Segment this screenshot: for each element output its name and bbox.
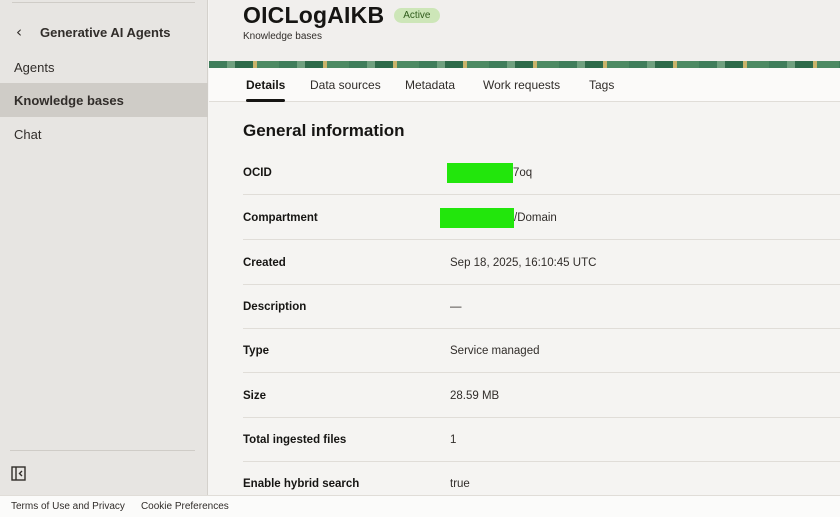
sidebar-item-label: Knowledge bases xyxy=(14,92,124,108)
sidebar-item-label: Agents xyxy=(14,59,55,75)
detail-value: 28.59 MB xyxy=(450,390,500,402)
detail-label: Type xyxy=(243,345,269,357)
sidebar-item-knowledge-bases[interactable]: Knowledge bases xyxy=(0,83,208,117)
detail-row-size: Size 28.59 MB xyxy=(243,374,840,418)
tab-tags[interactable]: Tags xyxy=(589,68,614,102)
detail-row-created: Created Sep 18, 2025, 16:10:45 UTC xyxy=(243,241,840,285)
detail-value: true xyxy=(450,478,470,490)
tab-details[interactable]: Details xyxy=(246,68,286,102)
page-subtitle: Knowledge bases xyxy=(243,31,322,42)
cookie-preferences-link[interactable]: Cookie Preferences xyxy=(141,501,229,512)
tab-data-sources[interactable]: Data sources xyxy=(310,68,381,102)
sidebar-divider xyxy=(12,2,195,3)
tab-metadata[interactable]: Metadata xyxy=(405,68,455,102)
detail-value: 1 xyxy=(450,434,457,446)
tab-work-requests[interactable]: Work requests xyxy=(483,68,560,102)
detail-value: Sep 18, 2025, 16:10:45 UTC xyxy=(450,257,597,269)
sidebar-item-chat[interactable]: Chat xyxy=(0,117,208,151)
header-banner xyxy=(209,61,840,68)
detail-label: OCID xyxy=(243,167,272,179)
sidebar-item-label: Chat xyxy=(14,126,42,142)
tab-label: Tags xyxy=(589,78,615,92)
page-title: OICLogAIKB xyxy=(243,2,385,28)
sidebar-title: Generative AI Agents xyxy=(40,24,171,40)
tab-bar: Details Data sources Metadata Work reque… xyxy=(209,68,840,102)
detail-row-description: Description — xyxy=(243,285,840,329)
collapse-sidebar-icon[interactable] xyxy=(11,466,27,482)
tab-label: Work requests xyxy=(483,78,561,92)
detail-label: Compartment xyxy=(243,212,318,224)
chevron-left-icon: ‹ xyxy=(16,23,22,41)
detail-row-compartment: Compartment /Domain xyxy=(243,196,840,240)
redaction-block xyxy=(447,163,513,183)
sidebar: ‹ Generative AI Agents Agents Knowledge … xyxy=(0,0,208,495)
detail-value: /Domain xyxy=(440,196,557,240)
detail-label: Created xyxy=(243,257,286,269)
detail-label: Total ingested files xyxy=(243,434,347,446)
sidebar-divider xyxy=(10,450,195,451)
compartment-value: /Domain xyxy=(514,212,557,224)
redaction-block xyxy=(440,208,514,228)
detail-label: Size xyxy=(243,390,267,402)
page-header: OICLogAIKB Active Knowledge bases xyxy=(209,0,840,61)
page-footer: Terms of Use and Privacy Cookie Preferen… xyxy=(0,495,840,517)
status-badge: Active xyxy=(394,8,440,23)
general-information-section: General information OCID 7oq Compartment… xyxy=(209,103,840,495)
tab-label: Details xyxy=(246,78,286,92)
detail-row-enable-hybrid-search: Enable hybrid search true xyxy=(243,462,840,495)
tab-label: Metadata xyxy=(405,78,456,92)
tab-label: Data sources xyxy=(310,78,381,92)
sidebar-item-agents[interactable]: Agents xyxy=(0,50,208,84)
terms-link[interactable]: Terms of Use and Privacy xyxy=(11,501,125,512)
detail-label: Enable hybrid search xyxy=(243,478,360,490)
detail-row-total-ingested-files: Total ingested files 1 xyxy=(243,418,840,462)
ocid-value: 7oq xyxy=(513,167,533,179)
section-title: General information xyxy=(243,121,405,140)
detail-value: Service managed xyxy=(450,345,540,357)
main-content: OICLogAIKB Active Knowledge bases Detail… xyxy=(209,0,840,495)
detail-label: Description xyxy=(243,301,307,313)
back-to-generative-ai-agents[interactable]: ‹ Generative AI Agents xyxy=(12,18,171,46)
detail-value: — xyxy=(450,301,462,313)
detail-row-type: Type Service managed xyxy=(243,329,840,373)
detail-value: 7oq xyxy=(447,151,532,195)
detail-row-ocid: OCID 7oq xyxy=(243,151,840,195)
